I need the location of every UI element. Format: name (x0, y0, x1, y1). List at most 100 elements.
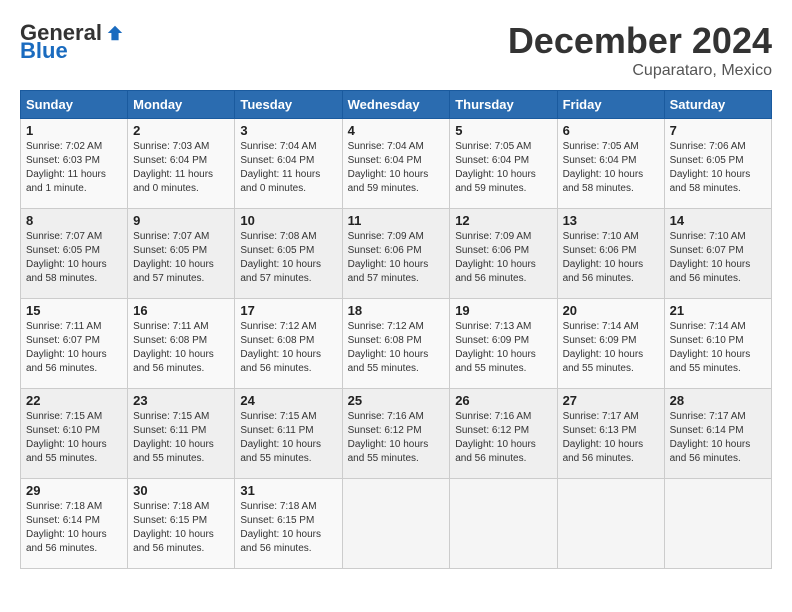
day-info: Sunrise: 7:11 AM Sunset: 6:08 PM Dayligh… (133, 320, 229, 376)
day-number: 9 (133, 213, 229, 228)
weekday-header-friday: Friday (557, 91, 664, 119)
day-info: Sunrise: 7:10 AM Sunset: 6:06 PM Dayligh… (563, 230, 659, 286)
day-number: 8 (26, 213, 122, 228)
day-info: Sunrise: 7:06 AM Sunset: 6:05 PM Dayligh… (670, 140, 766, 196)
day-number: 15 (26, 303, 122, 318)
weekday-header-monday: Monday (128, 91, 235, 119)
day-info: Sunrise: 7:14 AM Sunset: 6:10 PM Dayligh… (670, 320, 766, 376)
calendar-cell: 27Sunrise: 7:17 AM Sunset: 6:13 PM Dayli… (557, 389, 664, 479)
week-row-3: 15 Sunrise: 7:11 AM Sunset: 6:07 PM Dayli… (21, 299, 772, 389)
day-info: Sunrise: 7:09 AM Sunset: 6:06 PM Dayligh… (348, 230, 445, 286)
day-number: 25 (348, 393, 445, 408)
week-row-5: 29 Sunrise: 7:18 AM Sunset: 6:14 PM Dayli… (21, 479, 772, 569)
day-number: 12 (455, 213, 551, 228)
day-number: 6 (563, 123, 659, 138)
day-info: Sunrise: 7:07 AM Sunset: 6:05 PM Dayligh… (133, 230, 229, 286)
calendar-cell: 28 Sunrise: 7:17 AM Sunset: 6:14 PM Dayli… (664, 389, 771, 479)
day-info: Sunrise: 7:18 AM Sunset: 6:15 PM Dayligh… (240, 500, 336, 556)
day-number: 5 (455, 123, 551, 138)
calendar-cell: 23Sunrise: 7:15 AM Sunset: 6:11 PM Dayli… (128, 389, 235, 479)
calendar-cell: 15 Sunrise: 7:11 AM Sunset: 6:07 PM Dayli… (21, 299, 128, 389)
calendar-cell: 29 Sunrise: 7:18 AM Sunset: 6:14 PM Dayli… (21, 479, 128, 569)
day-number: 4 (348, 123, 445, 138)
weekday-header-wednesday: Wednesday (342, 91, 450, 119)
logo: General Blue (20, 20, 124, 64)
calendar-cell: 17Sunrise: 7:12 AM Sunset: 6:08 PM Dayli… (235, 299, 342, 389)
calendar-cell: 30 Sunrise: 7:18 AM Sunset: 6:15 PM Dayli… (128, 479, 235, 569)
calendar-cell: 24 Sunrise: 7:15 AM Sunset: 6:11 PM Dayli… (235, 389, 342, 479)
calendar-cell: 19 Sunrise: 7:13 AM Sunset: 6:09 PM Dayli… (450, 299, 557, 389)
month-title: December 2024 (508, 20, 772, 62)
day-number: 16 (133, 303, 229, 318)
day-info: Sunrise: 7:17 AM Sunset: 6:14 PM Dayligh… (670, 410, 766, 466)
weekday-header-tuesday: Tuesday (235, 91, 342, 119)
day-number: 13 (563, 213, 659, 228)
day-number: 31 (240, 483, 336, 498)
location: Cuparataro, Mexico (508, 62, 772, 80)
day-number: 24 (240, 393, 336, 408)
day-number: 21 (670, 303, 766, 318)
weekday-header-saturday: Saturday (664, 91, 771, 119)
calendar-cell (450, 479, 557, 569)
day-number: 14 (670, 213, 766, 228)
day-info: Sunrise: 7:04 AM Sunset: 6:04 PM Dayligh… (348, 140, 445, 196)
calendar-cell: 22 Sunrise: 7:15 AM Sunset: 6:10 PM Dayli… (21, 389, 128, 479)
day-number: 10 (240, 213, 336, 228)
day-info: Sunrise: 7:02 AM Sunset: 6:03 PM Dayligh… (26, 140, 122, 196)
day-info: Sunrise: 7:11 AM Sunset: 6:07 PM Dayligh… (26, 320, 122, 376)
calendar-cell: 9 Sunrise: 7:07 AM Sunset: 6:05 PM Daylig… (128, 209, 235, 299)
calendar-cell: 7 Sunrise: 7:06 AM Sunset: 6:05 PM Daylig… (664, 119, 771, 209)
calendar-cell: 8 Sunrise: 7:07 AM Sunset: 6:05 PM Daylig… (21, 209, 128, 299)
weekday-header-thursday: Thursday (450, 91, 557, 119)
week-row-2: 8 Sunrise: 7:07 AM Sunset: 6:05 PM Daylig… (21, 209, 772, 299)
day-info: Sunrise: 7:08 AM Sunset: 6:05 PM Dayligh… (240, 230, 336, 286)
title-section: December 2024 Cuparataro, Mexico (508, 20, 772, 80)
day-number: 20 (563, 303, 659, 318)
day-info: Sunrise: 7:12 AM Sunset: 6:08 PM Dayligh… (348, 320, 445, 376)
calendar-cell: 16 Sunrise: 7:11 AM Sunset: 6:08 PM Dayli… (128, 299, 235, 389)
day-info: Sunrise: 7:16 AM Sunset: 6:12 PM Dayligh… (348, 410, 445, 466)
logo-blue-text: Blue (20, 38, 68, 64)
week-row-4: 22 Sunrise: 7:15 AM Sunset: 6:10 PM Dayli… (21, 389, 772, 479)
calendar-cell: 20 Sunrise: 7:14 AM Sunset: 6:09 PM Dayli… (557, 299, 664, 389)
calendar-cell: 12 Sunrise: 7:09 AM Sunset: 6:06 PM Dayli… (450, 209, 557, 299)
calendar-cell: 26Sunrise: 7:16 AM Sunset: 6:12 PM Dayli… (450, 389, 557, 479)
calendar-cell: 5 Sunrise: 7:05 AM Sunset: 6:04 PM Daylig… (450, 119, 557, 209)
calendar-cell (557, 479, 664, 569)
day-info: Sunrise: 7:13 AM Sunset: 6:09 PM Dayligh… (455, 320, 551, 376)
day-info: Sunrise: 7:18 AM Sunset: 6:14 PM Dayligh… (26, 500, 122, 556)
calendar-cell: 3Sunrise: 7:04 AM Sunset: 6:04 PM Daylig… (235, 119, 342, 209)
day-number: 19 (455, 303, 551, 318)
day-number: 11 (348, 213, 445, 228)
calendar-cell (342, 479, 450, 569)
day-info: Sunrise: 7:07 AM Sunset: 6:05 PM Dayligh… (26, 230, 122, 286)
page-header: General Blue December 2024 Cuparataro, M… (20, 20, 772, 80)
week-row-1: 1Sunrise: 7:02 AM Sunset: 6:03 PM Daylig… (21, 119, 772, 209)
day-number: 27 (563, 393, 659, 408)
day-info: Sunrise: 7:03 AM Sunset: 6:04 PM Dayligh… (133, 140, 229, 196)
day-number: 7 (670, 123, 766, 138)
day-info: Sunrise: 7:16 AM Sunset: 6:12 PM Dayligh… (455, 410, 551, 466)
calendar-cell: 25 Sunrise: 7:16 AM Sunset: 6:12 PM Dayli… (342, 389, 450, 479)
day-info: Sunrise: 7:14 AM Sunset: 6:09 PM Dayligh… (563, 320, 659, 376)
day-info: Sunrise: 7:12 AM Sunset: 6:08 PM Dayligh… (240, 320, 336, 376)
day-info: Sunrise: 7:09 AM Sunset: 6:06 PM Dayligh… (455, 230, 551, 286)
day-info: Sunrise: 7:15 AM Sunset: 6:10 PM Dayligh… (26, 410, 122, 466)
calendar-cell: 21 Sunrise: 7:14 AM Sunset: 6:10 PM Dayli… (664, 299, 771, 389)
weekday-header-sunday: Sunday (21, 91, 128, 119)
day-number: 29 (26, 483, 122, 498)
day-number: 2 (133, 123, 229, 138)
calendar-cell: 6Sunrise: 7:05 AM Sunset: 6:04 PM Daylig… (557, 119, 664, 209)
calendar-cell: 18 Sunrise: 7:12 AM Sunset: 6:08 PM Dayli… (342, 299, 450, 389)
day-number: 22 (26, 393, 122, 408)
day-number: 18 (348, 303, 445, 318)
day-info: Sunrise: 7:05 AM Sunset: 6:04 PM Dayligh… (455, 140, 551, 196)
day-info: Sunrise: 7:18 AM Sunset: 6:15 PM Dayligh… (133, 500, 229, 556)
weekday-header-row: SundayMondayTuesdayWednesdayThursdayFrid… (21, 91, 772, 119)
day-number: 30 (133, 483, 229, 498)
day-info: Sunrise: 7:15 AM Sunset: 6:11 PM Dayligh… (240, 410, 336, 466)
day-info: Sunrise: 7:04 AM Sunset: 6:04 PM Dayligh… (240, 140, 336, 196)
calendar-cell: 14Sunrise: 7:10 AM Sunset: 6:07 PM Dayli… (664, 209, 771, 299)
day-number: 28 (670, 393, 766, 408)
day-number: 23 (133, 393, 229, 408)
